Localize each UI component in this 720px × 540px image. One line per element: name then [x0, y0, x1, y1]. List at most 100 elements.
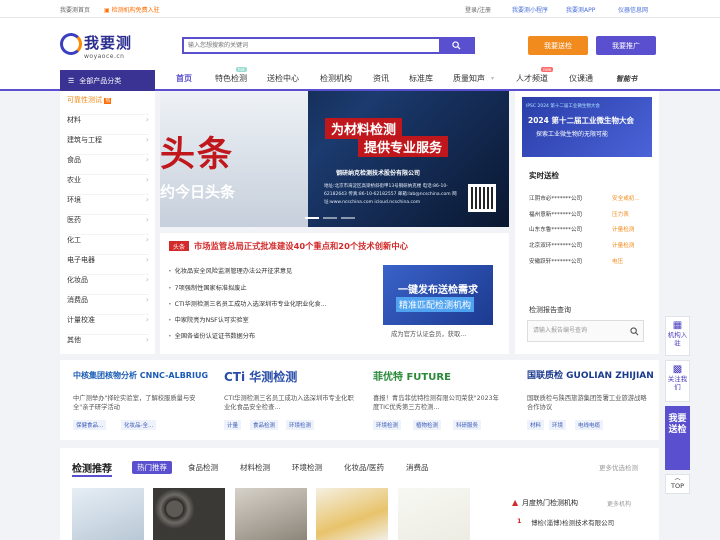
- tab-environment[interactable]: 环境检测: [292, 462, 322, 473]
- news-item[interactable]: 7项强制性国家标准拟废止: [168, 283, 247, 292]
- institution-tag[interactable]: 环境: [549, 420, 567, 430]
- product-image[interactable]: [153, 488, 225, 540]
- hot-institution-item[interactable]: 博检(淄博)检测技术有限公司: [531, 517, 614, 527]
- follow-float-button[interactable]: ▩ 关注我们: [665, 360, 690, 402]
- institution-card[interactable]: 中核集团核物分析 CNNC-ALBRIUG 中广测举办"择砼实验室，了解校服质量…: [73, 366, 208, 436]
- back-to-top-button[interactable]: ︿ TOP: [665, 474, 690, 494]
- institution-tag[interactable]: 材料: [527, 420, 545, 430]
- send-test-float-button[interactable]: 我要送检: [665, 406, 690, 470]
- sidebar-item[interactable]: 消费品 ›: [67, 295, 149, 315]
- search-button[interactable]: [439, 39, 473, 52]
- sidebar-item[interactable]: 食品 ›: [67, 155, 149, 175]
- sidebar-item[interactable]: 计量校准 ›: [67, 315, 149, 335]
- event-banner[interactable]: IPSC 2024 第十二届工业微生物大会 2024 第十二届工业微生物大会 探…: [522, 97, 652, 157]
- news-item[interactable]: 全国各省份认证证书数据分布: [168, 331, 255, 340]
- tab-hot[interactable]: 热门推荐: [132, 461, 172, 474]
- home-link[interactable]: 我要测首页: [60, 5, 90, 14]
- institution-logo: 中核集团核物分析 CNNC-ALBRIUG: [73, 371, 209, 380]
- tab-food[interactable]: 食品检测: [188, 462, 218, 473]
- nav-institutions[interactable]: 检测机构: [320, 73, 352, 84]
- search-input[interactable]: [184, 39, 440, 52]
- nav-test-center[interactable]: 送检中心: [267, 73, 299, 84]
- chevron-right-icon: ›: [145, 275, 149, 284]
- product-image[interactable]: [398, 488, 470, 540]
- report-query-button[interactable]: [626, 322, 642, 340]
- promo-banner[interactable]: 一键发布送检需求 精准匹配检测机构: [383, 265, 493, 325]
- institution-tag[interactable]: 计量: [224, 420, 242, 430]
- product-image[interactable]: [316, 488, 388, 540]
- promo-caption[interactable]: 成为官方认证会员，获取...: [391, 329, 466, 338]
- sidebar-item[interactable]: 可靠性测试 热: [67, 95, 149, 115]
- search-icon: [451, 41, 461, 50]
- news-item[interactable]: 化妆品安全风险监测管理办法公开征求意见: [168, 266, 293, 275]
- institution-card[interactable]: 菲优特 FUTURE 喜报！青岛菲优特检测有限公司荣获"2023年度TIC优秀第…: [373, 366, 508, 436]
- event-banner-subtitle: 探索工业微生物的无限可能: [536, 131, 609, 138]
- carousel-dots[interactable]: [305, 217, 355, 219]
- news-item[interactable]: 中家院亮为NSF认可实验室: [168, 315, 249, 324]
- sidebar-item[interactable]: 环境 ›: [67, 195, 149, 215]
- institution-card[interactable]: CTi 华测检测 CTI华测检测三名员工成功入选深圳市专业化职业化食品安全检查.…: [224, 366, 359, 436]
- hot-badge: hot: [236, 67, 247, 72]
- brand-logo[interactable]: 智能书: [616, 74, 637, 84]
- institution-news: 中广测举办"择砼实验室，了解校服质量与安全"亲子研学活动: [73, 395, 196, 411]
- send-test-button[interactable]: 我要送检: [528, 36, 588, 55]
- follow-float-label: 关注我们: [667, 375, 688, 391]
- institution-tag[interactable]: 化妆品-全...: [121, 420, 157, 430]
- logo-icon[interactable]: [60, 33, 82, 55]
- instrument-link[interactable]: 仪器信息网: [618, 5, 648, 14]
- institution-tag[interactable]: 保健食品...: [73, 420, 107, 430]
- realtime-item: 安全或初...: [612, 196, 640, 202]
- institution-tag[interactable]: 科研服务: [453, 420, 482, 430]
- hero-banner[interactable]: 头条 约今日头条 为材料检测 提供专业服务 钢研纳克检测技术股份有限公司 地址:…: [160, 91, 509, 227]
- join-label: 检测机构免费入驻: [111, 7, 160, 14]
- product-image[interactable]: [235, 488, 307, 540]
- sidebar-item[interactable]: 建筑与工程 ›: [67, 135, 149, 155]
- carousel-dot[interactable]: [341, 217, 355, 219]
- tab-material[interactable]: 材料检测: [240, 462, 270, 473]
- tab-cosmetics[interactable]: 化妆品/医药: [344, 462, 384, 473]
- sidebar-item[interactable]: 材料 ›: [67, 115, 149, 135]
- sidebar-item[interactable]: 农业 ›: [67, 175, 149, 195]
- more-link[interactable]: 更多优选检测: [599, 462, 638, 472]
- nav-home[interactable]: 首页: [176, 73, 192, 84]
- carousel-dot[interactable]: [323, 217, 337, 219]
- realtime-company: 安徽跃轩*******公司: [529, 259, 583, 265]
- institution-tag[interactable]: 环境检测: [373, 420, 402, 430]
- institution-tag[interactable]: 电线电缆: [575, 420, 604, 430]
- institution-card[interactable]: 国联质检 GUOLIAN ZHIJIAN 国联质检与陕西旅游集团签署工业旅游战略…: [527, 366, 662, 436]
- login-link[interactable]: 登录/注册: [465, 5, 491, 14]
- sidebar-item[interactable]: 化工 ›: [67, 235, 149, 255]
- institution-tag[interactable]: 食品检测: [250, 420, 279, 430]
- promote-button[interactable]: 我要推广: [596, 36, 656, 55]
- nav-quality[interactable]: 质量知声: [453, 73, 485, 84]
- building-icon: ▦: [672, 320, 683, 331]
- mini-program-link[interactable]: 我要测小程序: [512, 5, 548, 14]
- sidebar-item[interactable]: 电子电器 ›: [67, 255, 149, 275]
- headline-link[interactable]: 市场监管总局正式批准建设40个重点和20个技术创新中心: [194, 240, 408, 252]
- join-link[interactable]: ▣ 检测机构免费入驻: [104, 5, 160, 14]
- sidebar-item[interactable]: 化妆品 ›: [67, 275, 149, 295]
- product-image[interactable]: [72, 488, 144, 540]
- institution-tag[interactable]: 环境检测: [286, 420, 315, 430]
- realtime-item: 压力表: [612, 212, 629, 218]
- nav-standards[interactable]: 标准库: [409, 73, 433, 84]
- logo[interactable]: 我要测: [84, 32, 132, 53]
- app-link[interactable]: 我要测APP: [566, 5, 595, 14]
- institution-tag[interactable]: 植物检测: [413, 420, 442, 430]
- recommend-title: 检测推荐: [72, 460, 112, 477]
- sidebar-item[interactable]: 医药 ›: [67, 215, 149, 235]
- institution-news: 国联质检与陕西旅游集团签署工业旅游战略合作协议: [527, 395, 647, 411]
- carousel-dot[interactable]: [305, 217, 319, 219]
- nav-featured[interactable]: 特色检测: [215, 73, 247, 84]
- promo-title: 一键发布送检需求: [398, 285, 478, 296]
- hot-institutions-title: 月度热门检测机构: [522, 499, 578, 507]
- join-float-button[interactable]: ▦ 机构入驻: [665, 316, 690, 356]
- all-categories-button[interactable]: ☰ 全部产品分类: [60, 70, 155, 91]
- nav-news[interactable]: 资讯: [373, 73, 389, 84]
- nav-talent[interactable]: 人才频道: [516, 73, 548, 84]
- news-item[interactable]: CTI华测检测三名员工成功入选深圳市专业化职业化食...: [168, 299, 327, 308]
- sidebar-item[interactable]: 其他 ›: [67, 335, 149, 355]
- hot-institutions-more[interactable]: 更多机构: [607, 499, 631, 508]
- tab-consumer[interactable]: 消费品: [406, 462, 429, 473]
- nav-course[interactable]: 仪课通: [569, 73, 593, 84]
